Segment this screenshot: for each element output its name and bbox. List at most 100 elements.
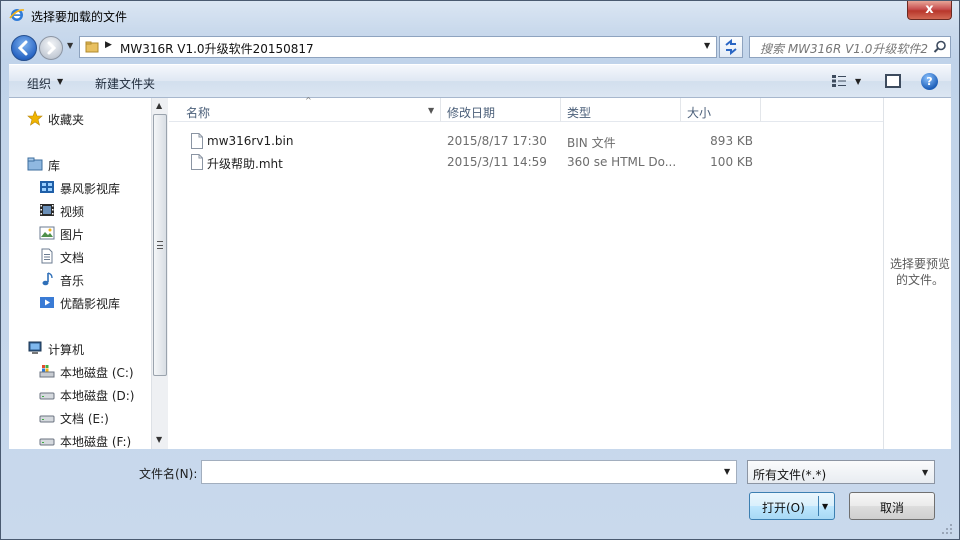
cancel-button[interactable]: 取消 [849, 492, 935, 520]
system-drive-icon [39, 365, 55, 378]
nav-label: 计算机 [48, 343, 85, 357]
resize-grip-icon[interactable] [941, 523, 953, 535]
column-label: 大小 [687, 106, 712, 120]
library-icon [27, 157, 43, 171]
hard-drive-icon [39, 438, 55, 446]
file-name: mw316rv1.bin [207, 134, 294, 148]
column-label: 修改日期 [447, 106, 496, 120]
close-icon: x [925, 2, 934, 17]
search-icon[interactable] [932, 39, 948, 55]
computer-icon [28, 341, 42, 354]
address-bar[interactable]: ▶ MW316R V1.0升级软件20150817 ▼ [79, 36, 717, 58]
file-size: 100 KB [710, 155, 753, 169]
hard-drive-icon [39, 415, 55, 423]
recent-pages-dropdown-icon[interactable]: ▼ [67, 41, 73, 50]
nav-label: 本地磁盘 (D:) [60, 389, 135, 403]
preview-pane: 选择要预览的文件。 [883, 98, 951, 449]
nav-label: 暴风影视库 [60, 182, 121, 196]
nav-label: 音乐 [60, 274, 85, 288]
file-date: 2015/8/17 17:30 [447, 134, 547, 148]
filter-dropdown-icon[interactable]: ▼ [922, 468, 928, 477]
new-folder-button[interactable]: 新建文件夹 [95, 75, 155, 92]
file-name: 升级帮助.mht [207, 157, 283, 171]
column-date[interactable]: 修改日期 [441, 98, 561, 122]
forward-arrow-icon [47, 41, 57, 55]
sort-ascending-icon: ^ [305, 96, 312, 105]
nav-label: 优酷影视库 [60, 297, 121, 311]
main-area: 收藏夹 库 暴风影视库 视频 图片 文档 音乐 优酷影视库 计算机 本地磁盘 (… [9, 96, 951, 449]
folder-icon [85, 41, 99, 53]
open-button[interactable]: 打开(O) ▼ [749, 492, 835, 520]
nav-label: 本地磁盘 (C:) [60, 366, 134, 380]
column-size[interactable]: 大小 [681, 98, 761, 122]
nav-label: 收藏夹 [48, 113, 85, 127]
title-bar[interactable]: 选择要加载的文件 x [1, 1, 959, 31]
organize-button[interactable]: 组织 [27, 75, 51, 92]
document-icon [41, 248, 53, 264]
nav-label: 文档 [60, 251, 85, 265]
column-label: 类型 [567, 106, 592, 120]
file-type: BIN 文件 [567, 136, 616, 150]
nav-label: 库 [48, 159, 61, 173]
file-row[interactable]: mw316rv1.bin 2015/8/17 17:30 BIN 文件 893 … [169, 131, 769, 151]
search-box[interactable]: 搜索 MW316R V1.0升级软件20150817 [749, 36, 951, 58]
file-row[interactable]: 升级帮助.mht 2015/3/11 14:59 360 se HTML Do.… [169, 152, 769, 172]
organize-dropdown-icon[interactable]: ▼ [57, 77, 63, 86]
preview-pane-icon[interactable] [885, 74, 901, 88]
column-label: 名称 [186, 106, 211, 120]
film-icon [40, 204, 54, 216]
file-icon [191, 133, 203, 149]
refresh-icon [725, 38, 737, 56]
column-type[interactable]: 类型 [561, 98, 681, 122]
window-title: 选择要加载的文件 [31, 10, 128, 24]
search-input[interactable]: 搜索 MW316R V1.0升级软件20150817 [760, 40, 928, 57]
star-icon [27, 110, 43, 126]
file-type-filter-select[interactable]: 所有文件(*.*) ▼ [747, 460, 935, 484]
file-size: 893 KB [710, 134, 753, 148]
hard-drive-icon [39, 392, 55, 400]
filter-value: 所有文件(*.*) [753, 468, 827, 482]
command-bar: 组织 ▼ 新建文件夹 ▼ ? [9, 64, 951, 98]
nav-label: 文档 (E:) [60, 412, 109, 426]
filename-dropdown-icon[interactable]: ▼ [724, 467, 730, 476]
file-list[interactable]: 名称 ^ ▼ 修改日期 类型 大小 mw316rv1.bin 2015/8/17… [169, 96, 883, 449]
file-type: 360 se HTML Do... [567, 155, 677, 169]
file-open-dialog: 选择要加载的文件 x ▼ ▶ MW316R V1.0升级软件20150817 ▼… [0, 0, 960, 540]
breadcrumb-arrow-icon[interactable]: ▶ [105, 40, 112, 50]
picture-icon [39, 226, 55, 240]
open-button-label: 打开(O) [762, 501, 805, 515]
filename-input[interactable]: ▼ [201, 460, 737, 484]
file-date: 2015/3/11 14:59 [447, 155, 547, 169]
view-dropdown-icon[interactable]: ▼ [855, 77, 861, 86]
open-options-dropdown-icon[interactable]: ▼ [822, 502, 828, 511]
cancel-button-label: 取消 [879, 501, 904, 515]
forward-button[interactable] [39, 36, 63, 60]
nav-label: 图片 [60, 228, 85, 242]
view-options-icon[interactable] [831, 74, 847, 88]
ie-icon [9, 9, 25, 21]
help-button[interactable]: ? [921, 73, 938, 90]
filename-label: 文件名(N): [139, 467, 198, 481]
scroll-down-icon[interactable]: ▼ [156, 435, 162, 444]
column-name[interactable]: 名称 ^ ▼ [169, 96, 441, 122]
music-note-icon [42, 272, 53, 286]
address-path[interactable]: MW316R V1.0升级软件20150817 [120, 40, 314, 57]
nav-pane-scrollbar[interactable]: ▲ ▼ [151, 98, 168, 449]
youku-library-icon [40, 297, 54, 308]
close-button[interactable]: x [907, 1, 952, 20]
video-library-icon [40, 181, 54, 193]
address-dropdown-icon[interactable]: ▼ [704, 41, 710, 50]
grip-icon [157, 241, 163, 249]
column-header-row: 名称 ^ ▼ 修改日期 类型 大小 [169, 96, 883, 122]
file-icon [191, 154, 203, 170]
nav-label: 本地磁盘 (F:) [60, 435, 132, 449]
column-filter-dropdown-icon[interactable]: ▼ [428, 106, 434, 115]
back-button[interactable] [11, 35, 37, 61]
refresh-button[interactable] [719, 36, 743, 58]
nav-label: 视频 [60, 205, 85, 219]
scroll-thumb[interactable] [153, 114, 167, 376]
back-arrow-icon [17, 40, 28, 56]
preview-message: 选择要预览的文件。 [889, 257, 950, 287]
navigation-pane[interactable]: 收藏夹 库 暴风影视库 视频 图片 文档 音乐 优酷影视库 计算机 本地磁盘 (… [9, 98, 151, 449]
scroll-up-icon[interactable]: ▲ [156, 101, 162, 110]
